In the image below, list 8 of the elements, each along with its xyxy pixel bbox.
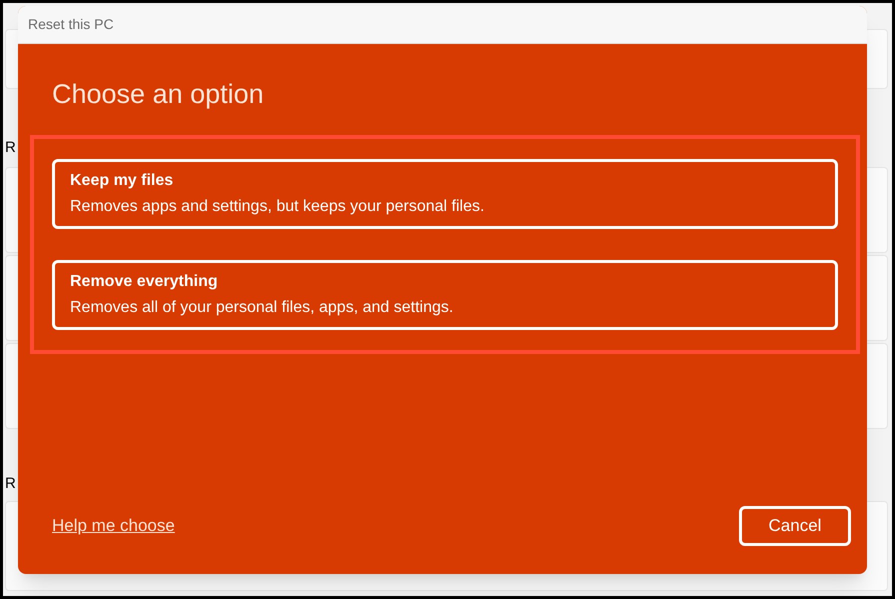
window-title: Reset this PC	[28, 15, 114, 34]
section-heading: R	[5, 138, 16, 158]
section-heading: R	[5, 474, 16, 494]
dialog-heading: Choose an option	[52, 78, 265, 111]
option-button[interactable]: Keep my files Removes apps and settings, but keeps your personal files.	[52, 158, 838, 228]
option-button[interactable]: Remove everything Removes all of your personal files, apps, and settings.	[52, 260, 838, 330]
cancel-button[interactable]: Cancel	[739, 506, 851, 546]
help-link[interactable]: Help me choose	[52, 513, 175, 539]
